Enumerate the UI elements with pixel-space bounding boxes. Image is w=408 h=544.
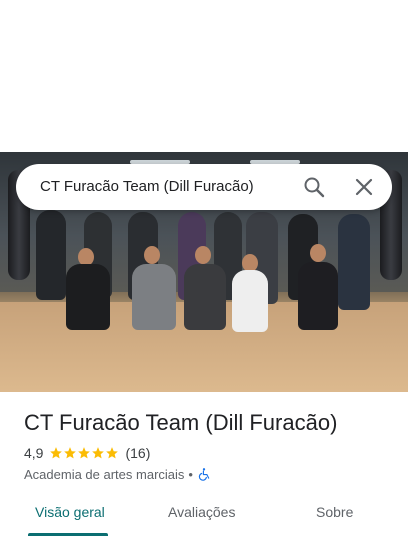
star-icon: [106, 447, 119, 459]
wheelchair-icon: [198, 468, 210, 481]
tab-about[interactable]: Sobre: [316, 504, 353, 520]
place-title: CT Furacão Team (Dill Furacão): [24, 410, 338, 435]
place-tabs: Visão geral Avaliações Sobre: [0, 498, 408, 544]
photo-person-head: [310, 244, 326, 262]
photo-person: [232, 270, 268, 332]
close-icon[interactable]: [352, 175, 376, 199]
star-icon: [92, 447, 105, 459]
photo-person: [132, 264, 176, 330]
rating-stars: [49, 446, 119, 460]
photo-person: [298, 262, 338, 330]
reviews-count[interactable]: (16): [125, 445, 150, 461]
place-category: Academia de artes marciais: [24, 466, 185, 482]
star-icon: [50, 447, 63, 459]
active-tab-indicator: [28, 533, 108, 536]
separator: •: [188, 466, 193, 482]
photo-person-head: [195, 246, 211, 264]
tab-overview[interactable]: Visão geral: [35, 504, 105, 520]
rating-row[interactable]: 4,9 (16): [24, 444, 150, 462]
search-query[interactable]: CT Furacão Team (Dill Furacão): [40, 178, 254, 195]
star-icon: [78, 447, 91, 459]
rating-value: 4,9: [24, 445, 44, 461]
search-bar[interactable]: CT Furacão Team (Dill Furacão): [16, 164, 392, 210]
photo-person: [338, 214, 370, 310]
photo-person: [66, 264, 110, 330]
photo-person: [184, 264, 226, 330]
category-row: Academia de artes marciais •: [24, 465, 211, 483]
search-icon[interactable]: [302, 175, 326, 199]
tab-reviews[interactable]: Avaliações: [168, 504, 235, 520]
star-icon: [64, 447, 77, 459]
photo-person: [36, 210, 66, 300]
photo-person-head: [144, 246, 160, 264]
